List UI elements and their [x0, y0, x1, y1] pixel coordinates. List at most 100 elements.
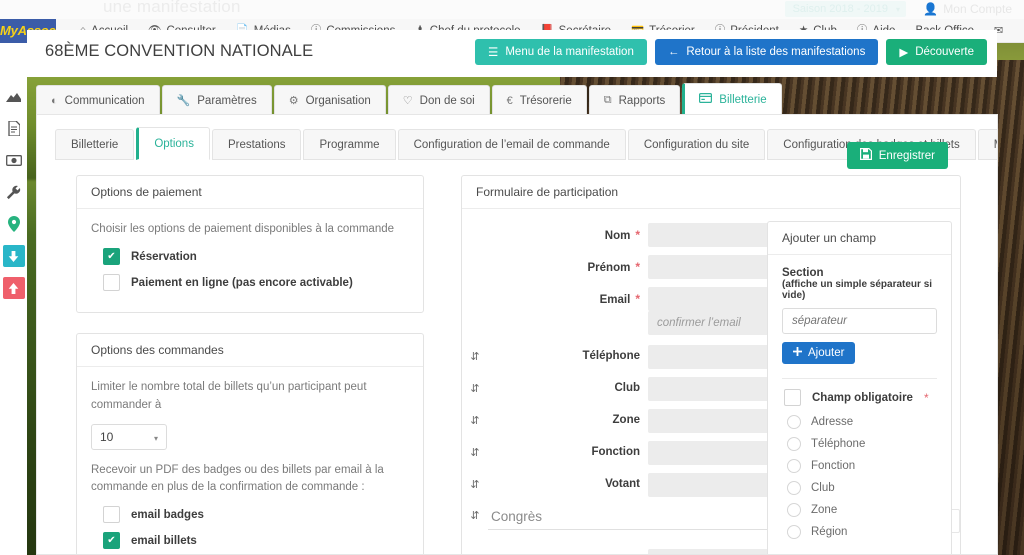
radio-row-fonction[interactable]: Fonction [787, 459, 937, 473]
form-input-zone[interactable] [648, 409, 772, 433]
drag-handle-icon[interactable]: ⇵ [462, 345, 488, 363]
globe-icon: ◐ [51, 94, 58, 107]
subtab-options[interactable]: Options [136, 127, 210, 160]
radio-label-adresse: Adresse [811, 416, 854, 428]
form-input-fonction[interactable] [648, 441, 772, 465]
right-column: Enregistrer Formulaire de participation … [461, 142, 961, 554]
upload-arrow-icon[interactable] [2, 277, 25, 299]
list-menu-icon[interactable]: ☰ [1013, 24, 1024, 37]
left-icon-rail [0, 43, 27, 555]
ticket-limit-select[interactable]: 10 ▾ [91, 423, 167, 450]
radio-club[interactable] [787, 481, 801, 495]
add-field-body: Section (affiche un simple séparateur si… [768, 255, 951, 554]
document-icon[interactable] [3, 117, 25, 139]
account-menu-label: Mon Compte [943, 2, 1012, 16]
subtab-programme[interactable]: Programme [303, 129, 396, 160]
paiement-en-ligne-checkbox[interactable] [103, 274, 120, 292]
save-button[interactable]: Enregistrer [846, 142, 948, 169]
subtab-prestations[interactable]: Prestations [211, 129, 302, 160]
decouverte-button[interactable]: ▶ Découverte [886, 39, 987, 65]
arrow-left-icon: ← [667, 46, 680, 58]
drag-handle-icon[interactable]: ⇵ [462, 377, 488, 395]
form-input-club[interactable] [648, 377, 772, 401]
download-arrow-icon[interactable] [2, 245, 25, 267]
subtab-config-email-commande[interactable]: Configuration de l’email de commande [397, 129, 626, 160]
form-label-nom: Nom * [488, 223, 648, 242]
form-input-email-confirm[interactable]: confirmer l’email [648, 311, 772, 335]
tab-organisation[interactable]: ⚙ Organisation [273, 85, 386, 115]
champ-obligatoire-checkbox[interactable] [784, 389, 801, 406]
row-handle-placeholder [462, 311, 488, 316]
left-column: Options de paiement Choisir les options … [76, 175, 424, 554]
play-icon: ▶ [899, 47, 909, 59]
save-icon [859, 148, 872, 163]
checkbox-row-reservation[interactable]: ✔ Réservation [103, 248, 409, 266]
drag-handle-icon[interactable]: ⇵ [462, 549, 488, 554]
form-label-telephone: Téléphone [582, 350, 640, 362]
subtab-billetterie[interactable]: Billetterie [55, 129, 135, 160]
reservation-label: Réservation [131, 250, 197, 263]
champ-obligatoire-label: Champ obligatoire [812, 391, 913, 404]
tab-billetterie[interactable]: Billetterie [682, 83, 782, 115]
chevron-down-icon: ▾ [153, 433, 158, 443]
section-name-input[interactable] [782, 308, 937, 334]
reservation-checkbox[interactable]: ✔ [103, 248, 120, 266]
radio-telephone[interactable] [787, 437, 801, 451]
subtab-config-site[interactable]: Configuration du site [627, 129, 766, 160]
drag-handle-icon[interactable]: ⇵ [462, 473, 488, 491]
tab-tresorerie[interactable]: € Trésorerie [491, 85, 587, 115]
drag-handle-icon[interactable]: ⇵ [462, 409, 488, 427]
checkbox-row-paiement-en-ligne[interactable]: Paiement en ligne (pas encore activable) [103, 274, 409, 292]
save-button-wrapper: Enregistrer [846, 142, 948, 169]
tab-communication[interactable]: ◐ Communication [36, 85, 160, 115]
drag-handle-icon[interactable]: ⇵ [462, 509, 488, 522]
form-label-club: Club [614, 382, 640, 394]
radio-row-telephone[interactable]: Téléphone [787, 437, 937, 451]
email-billets-checkbox[interactable]: ✔ [103, 532, 120, 550]
checkbox-row-email-billets[interactable]: ✔ email billets [103, 532, 409, 550]
tab-don-de-soi[interactable]: ♡ Don de soi [387, 85, 490, 115]
checkbox-row-email-badges[interactable]: email badges [103, 506, 409, 524]
form-input-prenom[interactable] [648, 255, 772, 279]
radio-adresse[interactable] [787, 415, 801, 429]
radio-row-zone[interactable]: Zone [787, 503, 937, 517]
tab-label: Organisation [305, 94, 371, 107]
section-field-label: Section [782, 267, 824, 279]
map-pin-icon[interactable] [3, 213, 25, 235]
form-input-nom[interactable] [648, 223, 772, 247]
ticket-icon [699, 93, 713, 106]
season-selector[interactable]: Saison 2018 - 2019 ▾ [784, 1, 906, 17]
payment-options-card: Options de paiement Choisir les options … [76, 175, 424, 314]
radio-label-club: Club [811, 482, 835, 494]
chart-icon[interactable] [3, 85, 25, 107]
radio-zone[interactable] [787, 503, 801, 517]
form-input-votant[interactable] [648, 473, 772, 497]
radio-label-zone: Zone [811, 504, 838, 516]
page-header-actions: ☰ Menu de la manifestation ← Retour à la… [475, 39, 987, 65]
menu-manifestation-button[interactable]: ☰ Menu de la manifestation [475, 39, 647, 65]
form-input-telephone[interactable] [648, 345, 772, 369]
radio-row-adresse[interactable]: Adresse [787, 415, 937, 429]
form-input-adresse[interactable] [648, 549, 772, 554]
account-menu[interactable]: 👤 Mon Compte [923, 2, 1012, 16]
email-badges-checkbox[interactable] [103, 506, 120, 524]
tab-rapports[interactable]: ⧉ Rapports [588, 85, 681, 115]
checkbox-row-champ-obligatoire[interactable]: Champ obligatoire * [784, 389, 937, 406]
money-icon[interactable] [3, 149, 25, 171]
order-options-card: Options des commandes Limiter le nombre … [76, 333, 424, 554]
tab-label: Paramètres [197, 94, 257, 107]
radio-row-region[interactable]: Région [787, 525, 937, 539]
radio-region[interactable] [787, 525, 801, 539]
back-to-list-button[interactable]: ← Retour à la liste des manifestations [654, 39, 879, 65]
tab-parametres[interactable]: 🔧 Paramètres [161, 85, 272, 115]
drag-handle-icon[interactable]: ⇵ [462, 441, 488, 459]
user-icon: 👤 [923, 2, 939, 16]
wrench-icon[interactable] [3, 181, 25, 203]
radio-row-club[interactable]: Club [787, 481, 937, 495]
section-field-sublabel: (affiche un simple séparateur si vide) [782, 279, 933, 301]
radio-fonction[interactable] [787, 459, 801, 473]
order-options-body: Limiter le nombre total de billets qu’un… [77, 367, 423, 554]
form-input-email[interactable] [648, 287, 772, 311]
subtab-myassoc[interactable]: MyAssoc [977, 129, 997, 160]
add-section-button[interactable]: Ajouter [782, 342, 856, 364]
